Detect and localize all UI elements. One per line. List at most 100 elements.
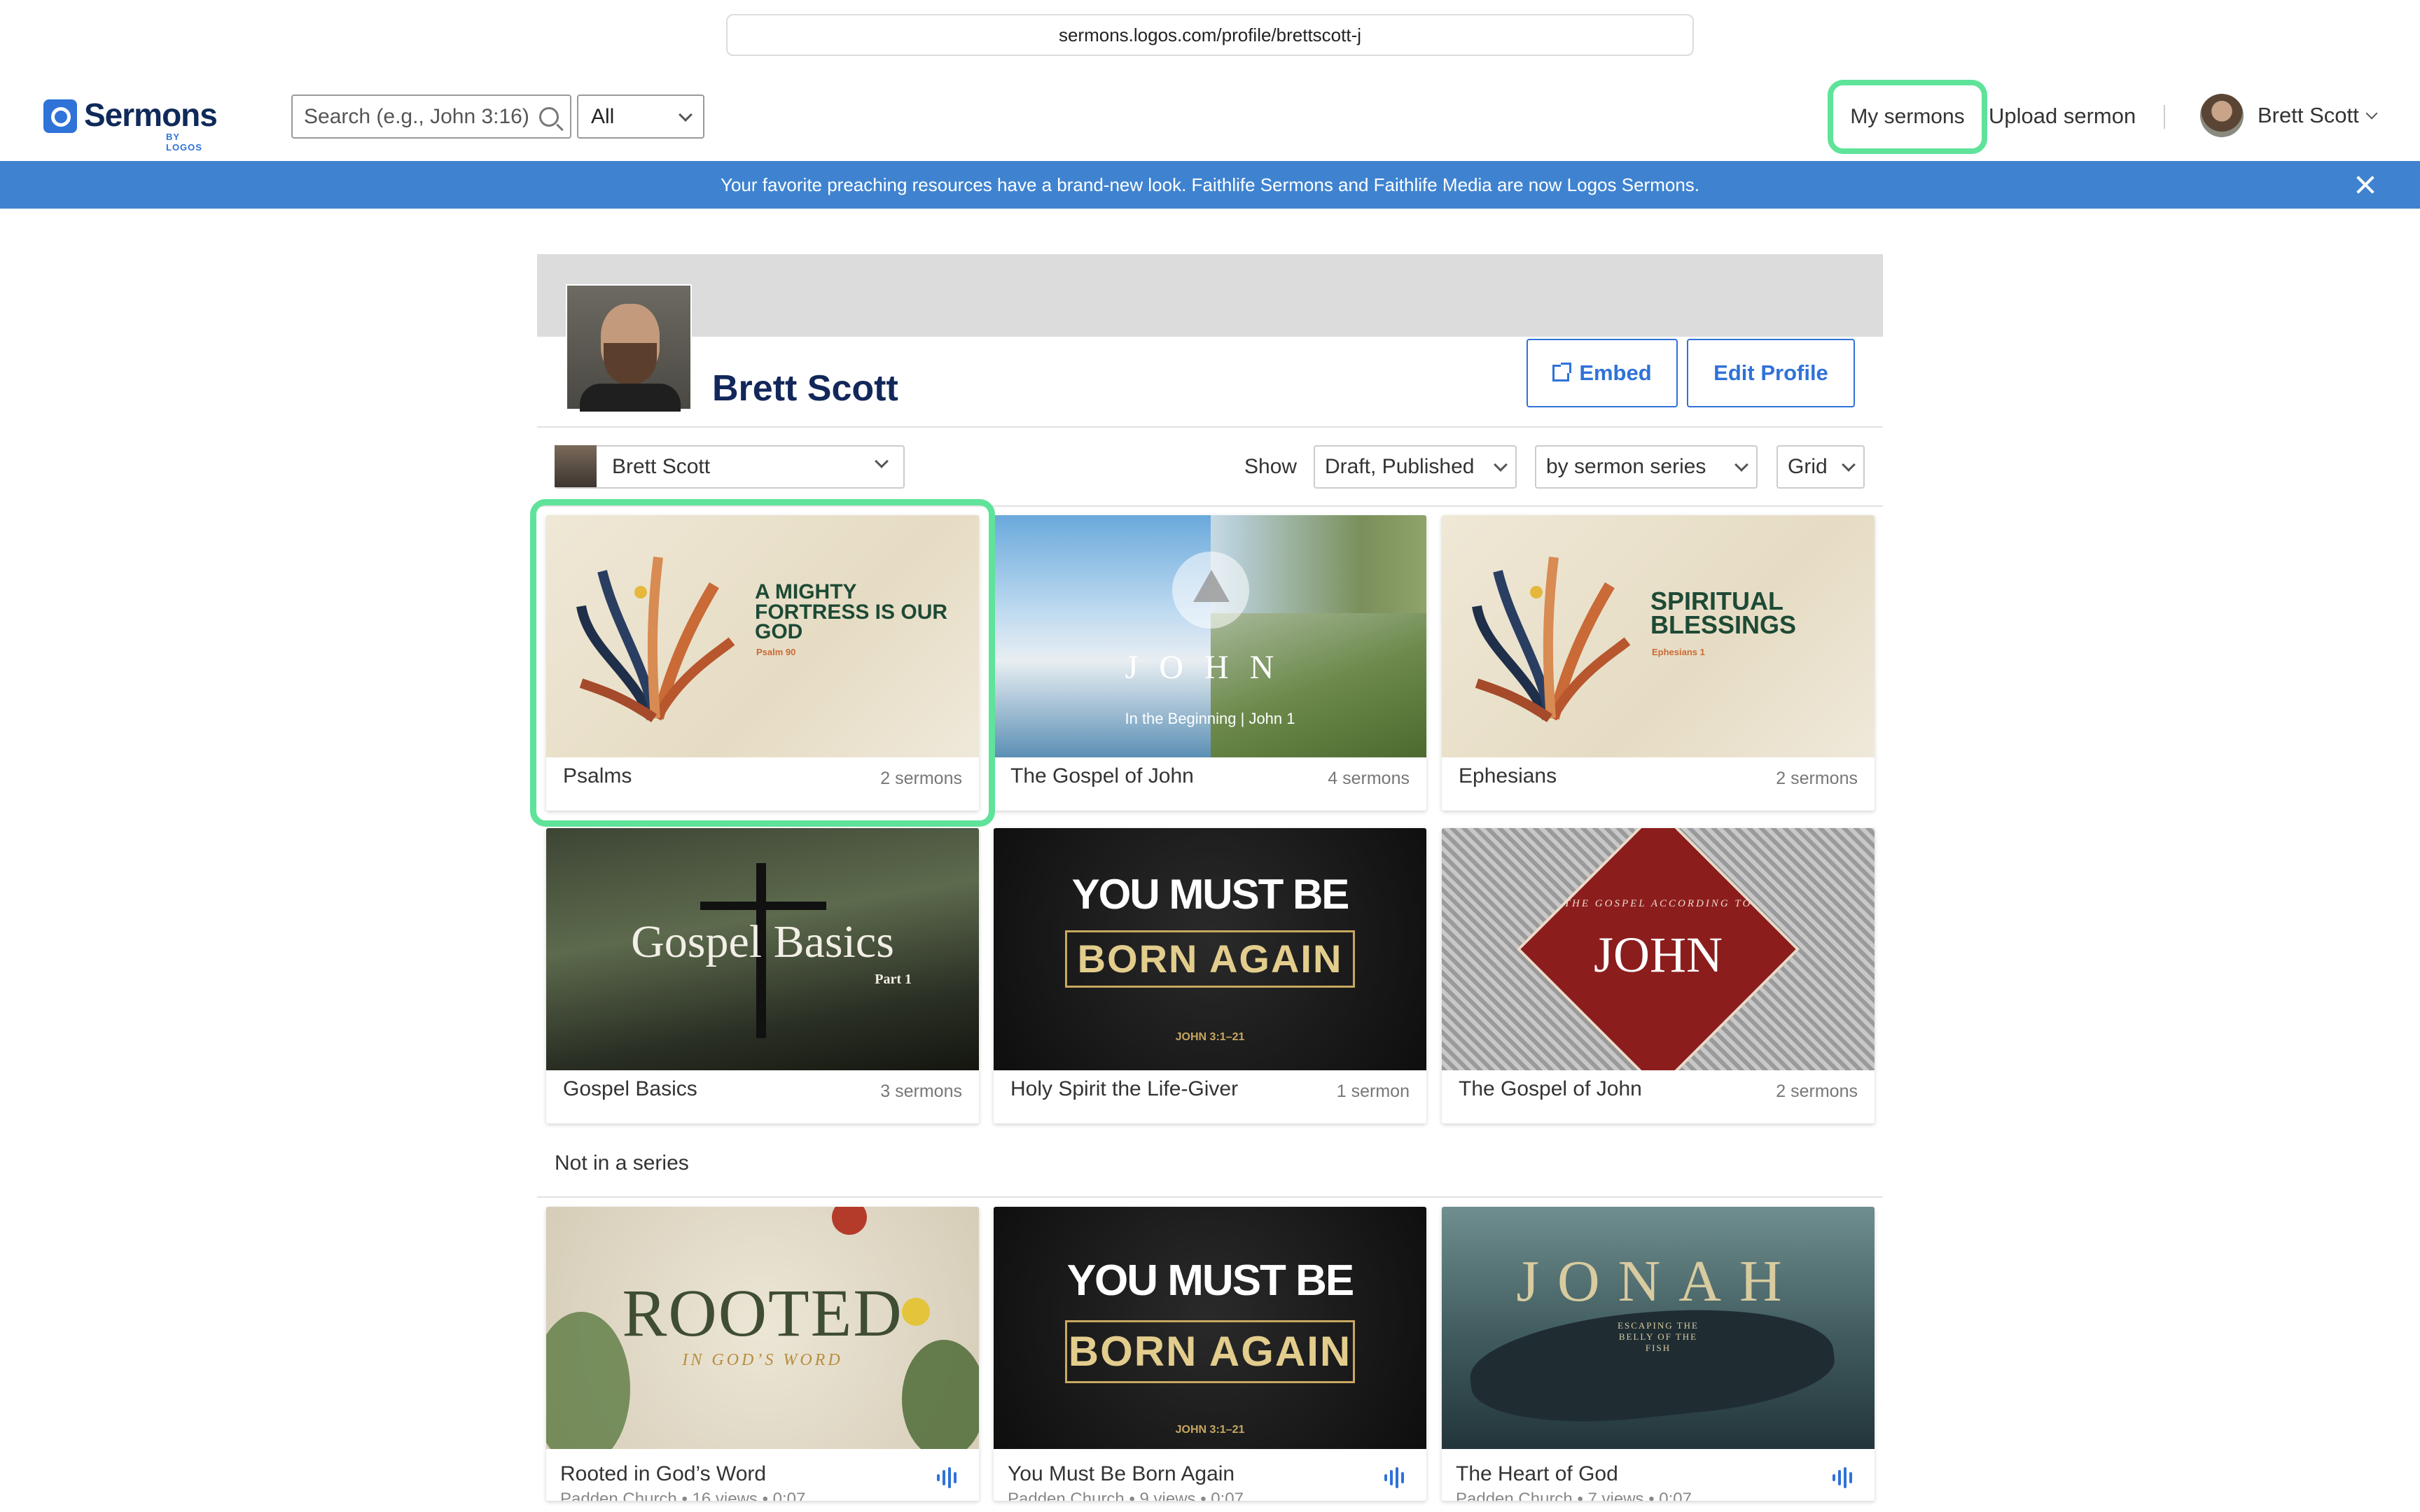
author-thumbnail bbox=[555, 445, 597, 487]
status-select-value: Draft, Published bbox=[1325, 455, 1475, 478]
art-title: ROOTED bbox=[622, 1275, 903, 1350]
art-title: YOU MUST BE bbox=[1071, 871, 1350, 918]
chevron-down-icon bbox=[2365, 107, 2378, 120]
group-select-value: by sermon series bbox=[1546, 455, 1706, 478]
view-select[interactable]: Grid bbox=[1776, 445, 1865, 489]
sermon-title: You Must Be Born Again bbox=[1008, 1462, 1235, 1485]
art-reference: IN GOD’S WORD bbox=[682, 1351, 843, 1369]
show-label: Show bbox=[1244, 455, 1298, 478]
series-artwork: THE GOSPEL ACCORDING TO JOHN bbox=[1442, 828, 1875, 1070]
chevron-down-icon bbox=[1734, 458, 1748, 472]
chevron-down-icon bbox=[875, 454, 889, 468]
series-artwork: JOHN In the Beginning | John 1 bbox=[994, 515, 1426, 757]
art-title: SPIRITUAL BLESSINGS bbox=[1650, 587, 1797, 640]
sermon-meta: Padden Church • 7 views • 0:07 bbox=[1456, 1490, 1692, 1501]
embed-label: Embed bbox=[1579, 360, 1652, 385]
my-sermons-link[interactable]: My sermons bbox=[1828, 80, 1987, 154]
art-title-box: BORN AGAIN bbox=[1065, 930, 1355, 988]
audio-icon[interactable] bbox=[937, 1467, 961, 1488]
header-divider bbox=[2164, 105, 2165, 129]
art-title-box: BORN AGAIN bbox=[1065, 1320, 1355, 1383]
search-scope-value: All bbox=[591, 104, 615, 128]
series-card-gospel-basics[interactable]: Gospel Basics Part 1 Gospel Basics 3 ser… bbox=[546, 828, 979, 1124]
art-reference: ESCAPING THE BELLY OF THE FISH bbox=[1618, 1320, 1699, 1353]
leaf-illustration bbox=[1472, 556, 1631, 722]
series-count: 1 sermon bbox=[1336, 1082, 1410, 1101]
series-count: 2 sermons bbox=[1776, 1082, 1858, 1101]
search-scope-select[interactable]: All bbox=[577, 94, 704, 139]
sermon-title: Rooted in God’s Word bbox=[560, 1462, 767, 1485]
art-title: JONAH bbox=[1516, 1249, 1800, 1314]
series-title: Gospel Basics bbox=[563, 1077, 697, 1100]
logo-text: Sermons bbox=[84, 97, 218, 133]
art-reference: JOHN 3:1–21 bbox=[1175, 1424, 1245, 1436]
profile-photo bbox=[566, 284, 692, 412]
series-title: The Gospel of John bbox=[1459, 1077, 1642, 1100]
series-count: 2 sermons bbox=[1776, 769, 1858, 788]
art-reference: Ephesians 1 bbox=[1652, 647, 1705, 657]
logo-icon bbox=[43, 99, 77, 133]
sermon-meta: Padden Church • 16 views • 0:07 bbox=[560, 1490, 806, 1501]
view-select-value: Grid bbox=[1788, 455, 1828, 478]
chevron-down-icon bbox=[1842, 458, 1856, 472]
audio-icon[interactable] bbox=[1384, 1467, 1408, 1488]
edit-profile-label: Edit Profile bbox=[1713, 360, 1828, 385]
series-card-ephesians[interactable]: SPIRITUAL BLESSINGS Ephesians 1 Ephesian… bbox=[1442, 515, 1875, 811]
sermon-card-born-again[interactable]: YOU MUST BE BORN AGAIN JOHN 3:1–21 You M… bbox=[994, 1207, 1426, 1501]
series-card-gospel-of-john-2[interactable]: THE GOSPEL ACCORDING TO JOHN The Gospel … bbox=[1442, 828, 1875, 1124]
art-title: YOU MUST BE bbox=[1066, 1256, 1355, 1305]
search-placeholder: Search (e.g., John 3:16) bbox=[304, 104, 529, 128]
avatar bbox=[2200, 94, 2244, 137]
search-icon[interactable] bbox=[539, 106, 559, 127]
art-title: Gospel Basics bbox=[631, 916, 894, 967]
user-name: Brett Scott bbox=[2258, 103, 2359, 127]
series-artwork: Gospel Basics Part 1 bbox=[546, 828, 979, 1070]
art-reference: JOHN 3:1–21 bbox=[1175, 1031, 1245, 1043]
sermon-artwork: JONAH ESCAPING THE BELLY OF THE FISH bbox=[1442, 1207, 1875, 1449]
profile-name: Brett Scott bbox=[712, 368, 898, 409]
profile-cover bbox=[537, 254, 1883, 337]
art-reference: Part 1 bbox=[875, 972, 912, 987]
external-link-icon bbox=[1552, 363, 1572, 382]
series-count: 3 sermons bbox=[880, 1082, 962, 1101]
chevron-down-icon bbox=[1494, 458, 1508, 472]
sermon-card-rooted[interactable]: ROOTED IN GOD’S WORD Rooted in God’s Wor… bbox=[546, 1207, 979, 1501]
series-artwork: SPIRITUAL BLESSINGS Ephesians 1 bbox=[1442, 515, 1875, 757]
sermons-logo[interactable]: Sermons BY LOGOS bbox=[43, 97, 218, 153]
url-text: sermons.logos.com/profile/brettscott-j bbox=[1058, 24, 1362, 46]
chevron-down-icon bbox=[679, 107, 693, 122]
art-title: JOHN bbox=[1593, 927, 1723, 983]
address-bar[interactable]: sermons.logos.com/profile/brettscott-j bbox=[726, 14, 1694, 56]
series-title: The Gospel of John bbox=[1010, 764, 1194, 788]
series-count: 4 sermons bbox=[1328, 769, 1410, 788]
sermon-artwork: ROOTED IN GOD’S WORD bbox=[546, 1207, 979, 1449]
logo-subtext: BY LOGOS bbox=[166, 132, 202, 153]
user-menu[interactable]: Brett Scott bbox=[2200, 94, 2378, 137]
my-sermons-label: My sermons bbox=[1850, 105, 1965, 128]
sermon-title: The Heart of God bbox=[1456, 1462, 1618, 1485]
series-title: Ephesians bbox=[1459, 764, 1557, 788]
series-title: Holy Spirit the Life-Giver bbox=[1010, 1077, 1239, 1100]
site-header: Sermons BY LOGOS Search (e.g., John 3:16… bbox=[0, 70, 2420, 161]
sermon-artwork: YOU MUST BE BORN AGAIN JOHN 3:1–21 bbox=[994, 1207, 1426, 1449]
audio-icon[interactable] bbox=[1833, 1467, 1856, 1488]
status-select[interactable]: Draft, Published bbox=[1314, 445, 1517, 489]
highlight-outline bbox=[530, 499, 995, 827]
series-card-holy-spirit[interactable]: YOU MUST BE BORN AGAIN JOHN 3:1–21 Holy … bbox=[994, 828, 1426, 1124]
author-select-value: Brett Scott bbox=[612, 455, 711, 478]
group-select[interactable]: by sermon series bbox=[1535, 445, 1758, 489]
art-title: JOHN bbox=[1125, 649, 1295, 686]
edit-profile-button[interactable]: Edit Profile bbox=[1687, 339, 1855, 407]
sermon-meta: Padden Church • 9 views • 0:07 bbox=[1008, 1490, 1244, 1501]
upload-sermon-link[interactable]: Upload sermon bbox=[1989, 104, 2136, 129]
series-card-gospel-of-john[interactable]: JOHN In the Beginning | John 1 The Gospe… bbox=[994, 515, 1426, 811]
series-artwork: YOU MUST BE BORN AGAIN JOHN 3:1–21 bbox=[994, 828, 1426, 1070]
art-reference: THE GOSPEL ACCORDING TO bbox=[1564, 898, 1753, 909]
close-icon[interactable] bbox=[2353, 172, 2378, 197]
sermon-card-jonah[interactable]: JONAH ESCAPING THE BELLY OF THE FISH The… bbox=[1442, 1207, 1875, 1501]
search-input[interactable]: Search (e.g., John 3:16) bbox=[291, 94, 571, 139]
embed-button[interactable]: Embed bbox=[1527, 339, 1678, 407]
announcement-banner: Your favorite preaching resources have a… bbox=[0, 161, 2420, 209]
section-heading: Not in a series bbox=[555, 1152, 689, 1175]
author-select[interactable]: Brett Scott bbox=[555, 445, 905, 489]
